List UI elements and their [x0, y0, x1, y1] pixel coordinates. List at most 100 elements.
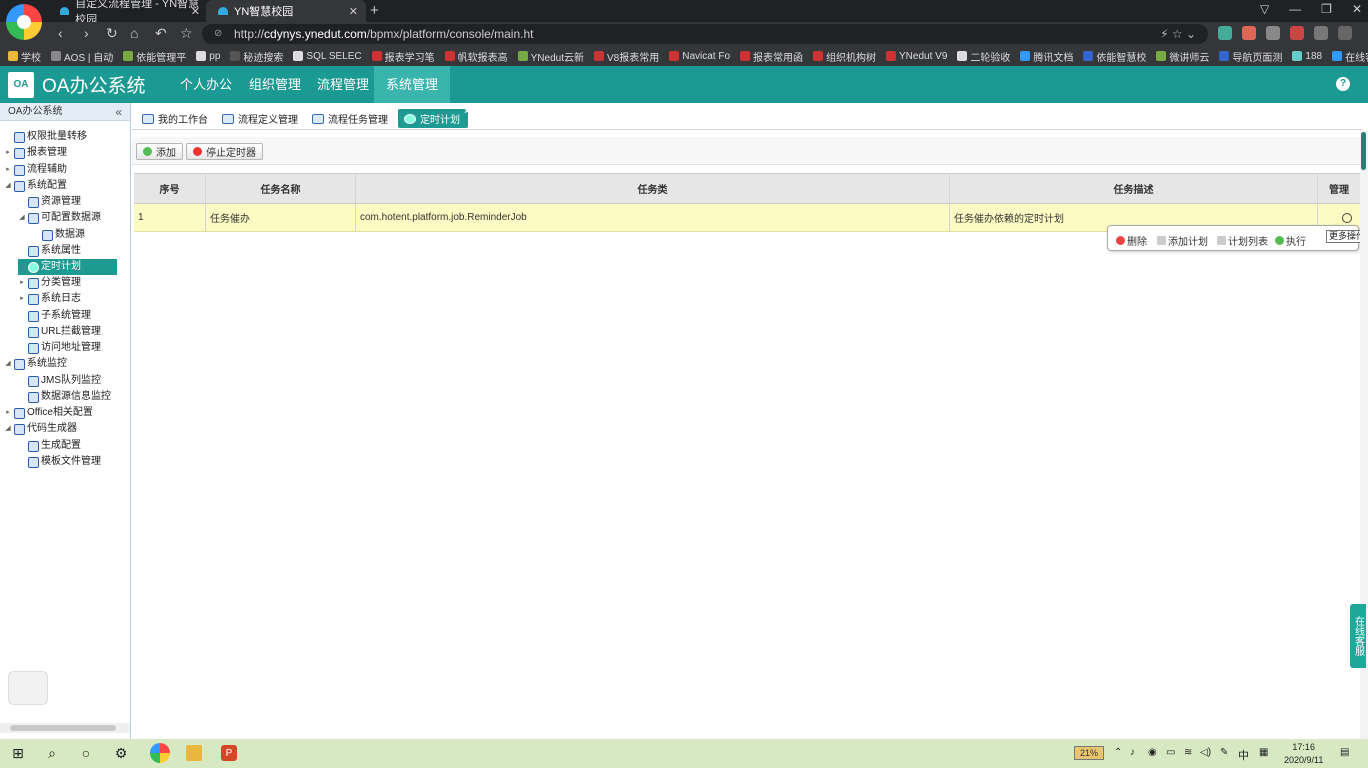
- sidebar-item-code-generator[interactable]: ◢ 代码生成器: [4, 421, 77, 437]
- game-icon[interactable]: [1242, 26, 1256, 40]
- microphone-icon[interactable]: ♪: [1130, 747, 1135, 758]
- task-view-icon[interactable]: ○: [78, 745, 94, 761]
- sidebar-item-configurable-datasource[interactable]: ◢ 可配置数据源: [18, 210, 101, 226]
- sidebar-horizontal-scrollbar[interactable]: [0, 723, 130, 733]
- add-button[interactable]: 添加: [136, 143, 183, 160]
- bookmark-star-icon[interactable]: ☆: [180, 25, 193, 42]
- bookmark-item[interactable]: pp: [196, 51, 220, 62]
- browser-taskbar-icon[interactable]: [150, 743, 170, 763]
- ime-indicator[interactable]: 中: [1238, 747, 1249, 763]
- back-icon[interactable]: ‹: [58, 25, 63, 41]
- bookmark-item[interactable]: 188: [1292, 51, 1322, 62]
- tab-process-definition[interactable]: 流程定义管理: [216, 109, 304, 128]
- sidebar-item-system-config[interactable]: ◢ 系统配置: [4, 178, 67, 194]
- column-header-index[interactable]: 序号: [134, 174, 206, 203]
- download-icon[interactable]: [1314, 26, 1328, 40]
- scrollbar-thumb[interactable]: [10, 725, 116, 731]
- tab-process-task[interactable]: 流程任务管理: [306, 109, 394, 128]
- app-icon[interactable]: ⚙: [113, 745, 129, 761]
- bookmark-item[interactable]: 报表学习笔: [371, 49, 435, 64]
- sidebar-item-system-log[interactable]: ▸ 系统日志: [18, 291, 81, 307]
- new-tab-icon[interactable]: +: [370, 2, 379, 19]
- sidebar-item-system-monitor[interactable]: ◢ 系统监控: [4, 356, 67, 372]
- browser-tab-1[interactable]: 自定义流程管理 - YN智慧校园 ✕: [48, 0, 208, 26]
- expand-toggle-icon[interactable]: ◢: [4, 178, 12, 194]
- expand-toggle-icon[interactable]: ◢: [18, 210, 26, 226]
- bookmark-item[interactable]: 导航页面测: [1219, 49, 1282, 64]
- help-icon[interactable]: ?: [1336, 77, 1350, 91]
- sidebar-item-resource-management[interactable]: 资源管理: [18, 194, 81, 210]
- bookmark-item[interactable]: 帆软报表高: [444, 49, 508, 64]
- battery-indicator[interactable]: 21%: [1074, 746, 1104, 760]
- bookmark-item[interactable]: 微讲师云: [1156, 49, 1209, 64]
- menu-item-add-plan[interactable]: 添加计划: [1157, 233, 1208, 248]
- restore-icon[interactable]: ❐: [1321, 2, 1332, 16]
- bookmark-item[interactable]: 依能管理平: [123, 49, 186, 64]
- nav-org-management[interactable]: 组织管理: [237, 66, 313, 103]
- show-hidden-icons[interactable]: ⌃: [1114, 747, 1122, 758]
- menu-item-execute[interactable]: 执行: [1275, 233, 1306, 248]
- bookmark-item[interactable]: SQL SELEC: [293, 51, 362, 62]
- bookmark-item[interactable]: 依能智慧校: [1083, 49, 1146, 64]
- tab-scheduled-plan[interactable]: 定时计划 ×: [398, 106, 470, 128]
- expand-toggle-icon[interactable]: ▸: [18, 275, 26, 291]
- minimize-icon[interactable]: —: [1289, 2, 1301, 16]
- nav-personal-office[interactable]: 个人办公: [168, 66, 244, 103]
- powerpoint-icon[interactable]: P: [221, 745, 237, 761]
- site-info-icon[interactable]: ⊘: [214, 24, 222, 44]
- bookmark-item[interactable]: AOS | 自动: [51, 49, 113, 64]
- bookmark-item[interactable]: 腾讯文档: [1020, 49, 1073, 64]
- favorite-star-icon[interactable]: ⚡ ☆ ⌄: [1160, 24, 1196, 44]
- pin-icon[interactable]: ▽: [1260, 2, 1269, 16]
- bookmark-item[interactable]: 秘迹搜索: [230, 49, 283, 64]
- expand-toggle-icon[interactable]: ◢: [4, 421, 12, 437]
- bookmark-item[interactable]: Navicat Fo: [669, 51, 730, 62]
- url-field[interactable]: ⊘ http://cdynys.ynedut.com/bpmx/platform…: [202, 24, 1208, 44]
- bookmark-item[interactable]: YNedut V9: [886, 51, 947, 62]
- menu-item-delete[interactable]: 删除: [1116, 233, 1147, 248]
- app-tray-icon[interactable]: ◉: [1148, 747, 1157, 758]
- scissors-icon[interactable]: [1266, 26, 1280, 40]
- bookmark-item[interactable]: V8报表常用: [593, 49, 659, 64]
- column-header-task-name[interactable]: 任务名称: [206, 174, 356, 203]
- bookmark-item[interactable]: YNedut云新: [517, 49, 584, 64]
- clock[interactable]: 17:16 2020/9/11: [1284, 741, 1323, 767]
- windows-start-icon[interactable]: ⊞: [10, 745, 26, 761]
- sidebar-item-datasource[interactable]: 数据源: [32, 227, 85, 243]
- sidebar-item-jms-queue-monitor[interactable]: JMS队列监控: [18, 373, 101, 389]
- keyboard-icon[interactable]: ▦: [1259, 747, 1268, 758]
- close-tab-icon[interactable]: ✕: [349, 5, 358, 18]
- bookmark-item[interactable]: 组织机构树: [813, 49, 876, 64]
- close-tab-icon[interactable]: ×: [464, 106, 470, 117]
- search-icon[interactable]: ⌕: [44, 745, 60, 761]
- more-actions-icon[interactable]: [1342, 212, 1352, 223]
- tray-icon[interactable]: ▭: [1166, 747, 1175, 758]
- pen-icon[interactable]: ✎: [1220, 747, 1228, 758]
- online-service-button[interactable]: 在线客服: [1350, 604, 1366, 668]
- bookmark-item[interactable]: 二轮验收: [957, 49, 1010, 64]
- forward-icon[interactable]: ›: [84, 25, 89, 41]
- sidebar-item-datasource-info-monitor[interactable]: 数据源信息监控: [18, 389, 111, 405]
- expand-toggle-icon[interactable]: ◢: [4, 356, 12, 372]
- close-tab-icon[interactable]: ✕: [191, 5, 200, 18]
- extension-icon[interactable]: [1218, 26, 1232, 40]
- avatar[interactable]: [8, 671, 48, 705]
- volume-icon[interactable]: ◁): [1200, 747, 1211, 758]
- sidebar-item-subsystem-management[interactable]: 子系统管理: [18, 308, 91, 324]
- menu-item-plan-list[interactable]: 计划列表: [1217, 233, 1268, 248]
- expand-toggle-icon[interactable]: ▸: [18, 291, 26, 307]
- nav-system-management[interactable]: 系统管理: [374, 66, 451, 103]
- stop-timer-button[interactable]: 停止定时器: [186, 143, 263, 160]
- reload-icon[interactable]: ↻: [106, 25, 118, 42]
- undo-icon[interactable]: ↶: [155, 25, 167, 42]
- sidebar-item-category-management[interactable]: ▸ 分类管理: [18, 275, 81, 291]
- nav-process-management[interactable]: 流程管理: [305, 66, 381, 103]
- notification-icon[interactable]: ▤: [1340, 747, 1349, 758]
- sidebar-item-report-management[interactable]: ▸ 报表管理: [4, 145, 67, 161]
- scrollbar-thumb[interactable]: [1361, 132, 1366, 170]
- sidebar-item-access-address[interactable]: 访问地址管理: [18, 340, 101, 356]
- wifi-icon[interactable]: ≋: [1184, 747, 1192, 758]
- sidebar-item-system-properties[interactable]: 系统属性: [18, 243, 81, 259]
- close-window-icon[interactable]: ✕: [1352, 2, 1362, 16]
- sidebar-item-url-intercept[interactable]: URL拦截管理: [18, 324, 101, 340]
